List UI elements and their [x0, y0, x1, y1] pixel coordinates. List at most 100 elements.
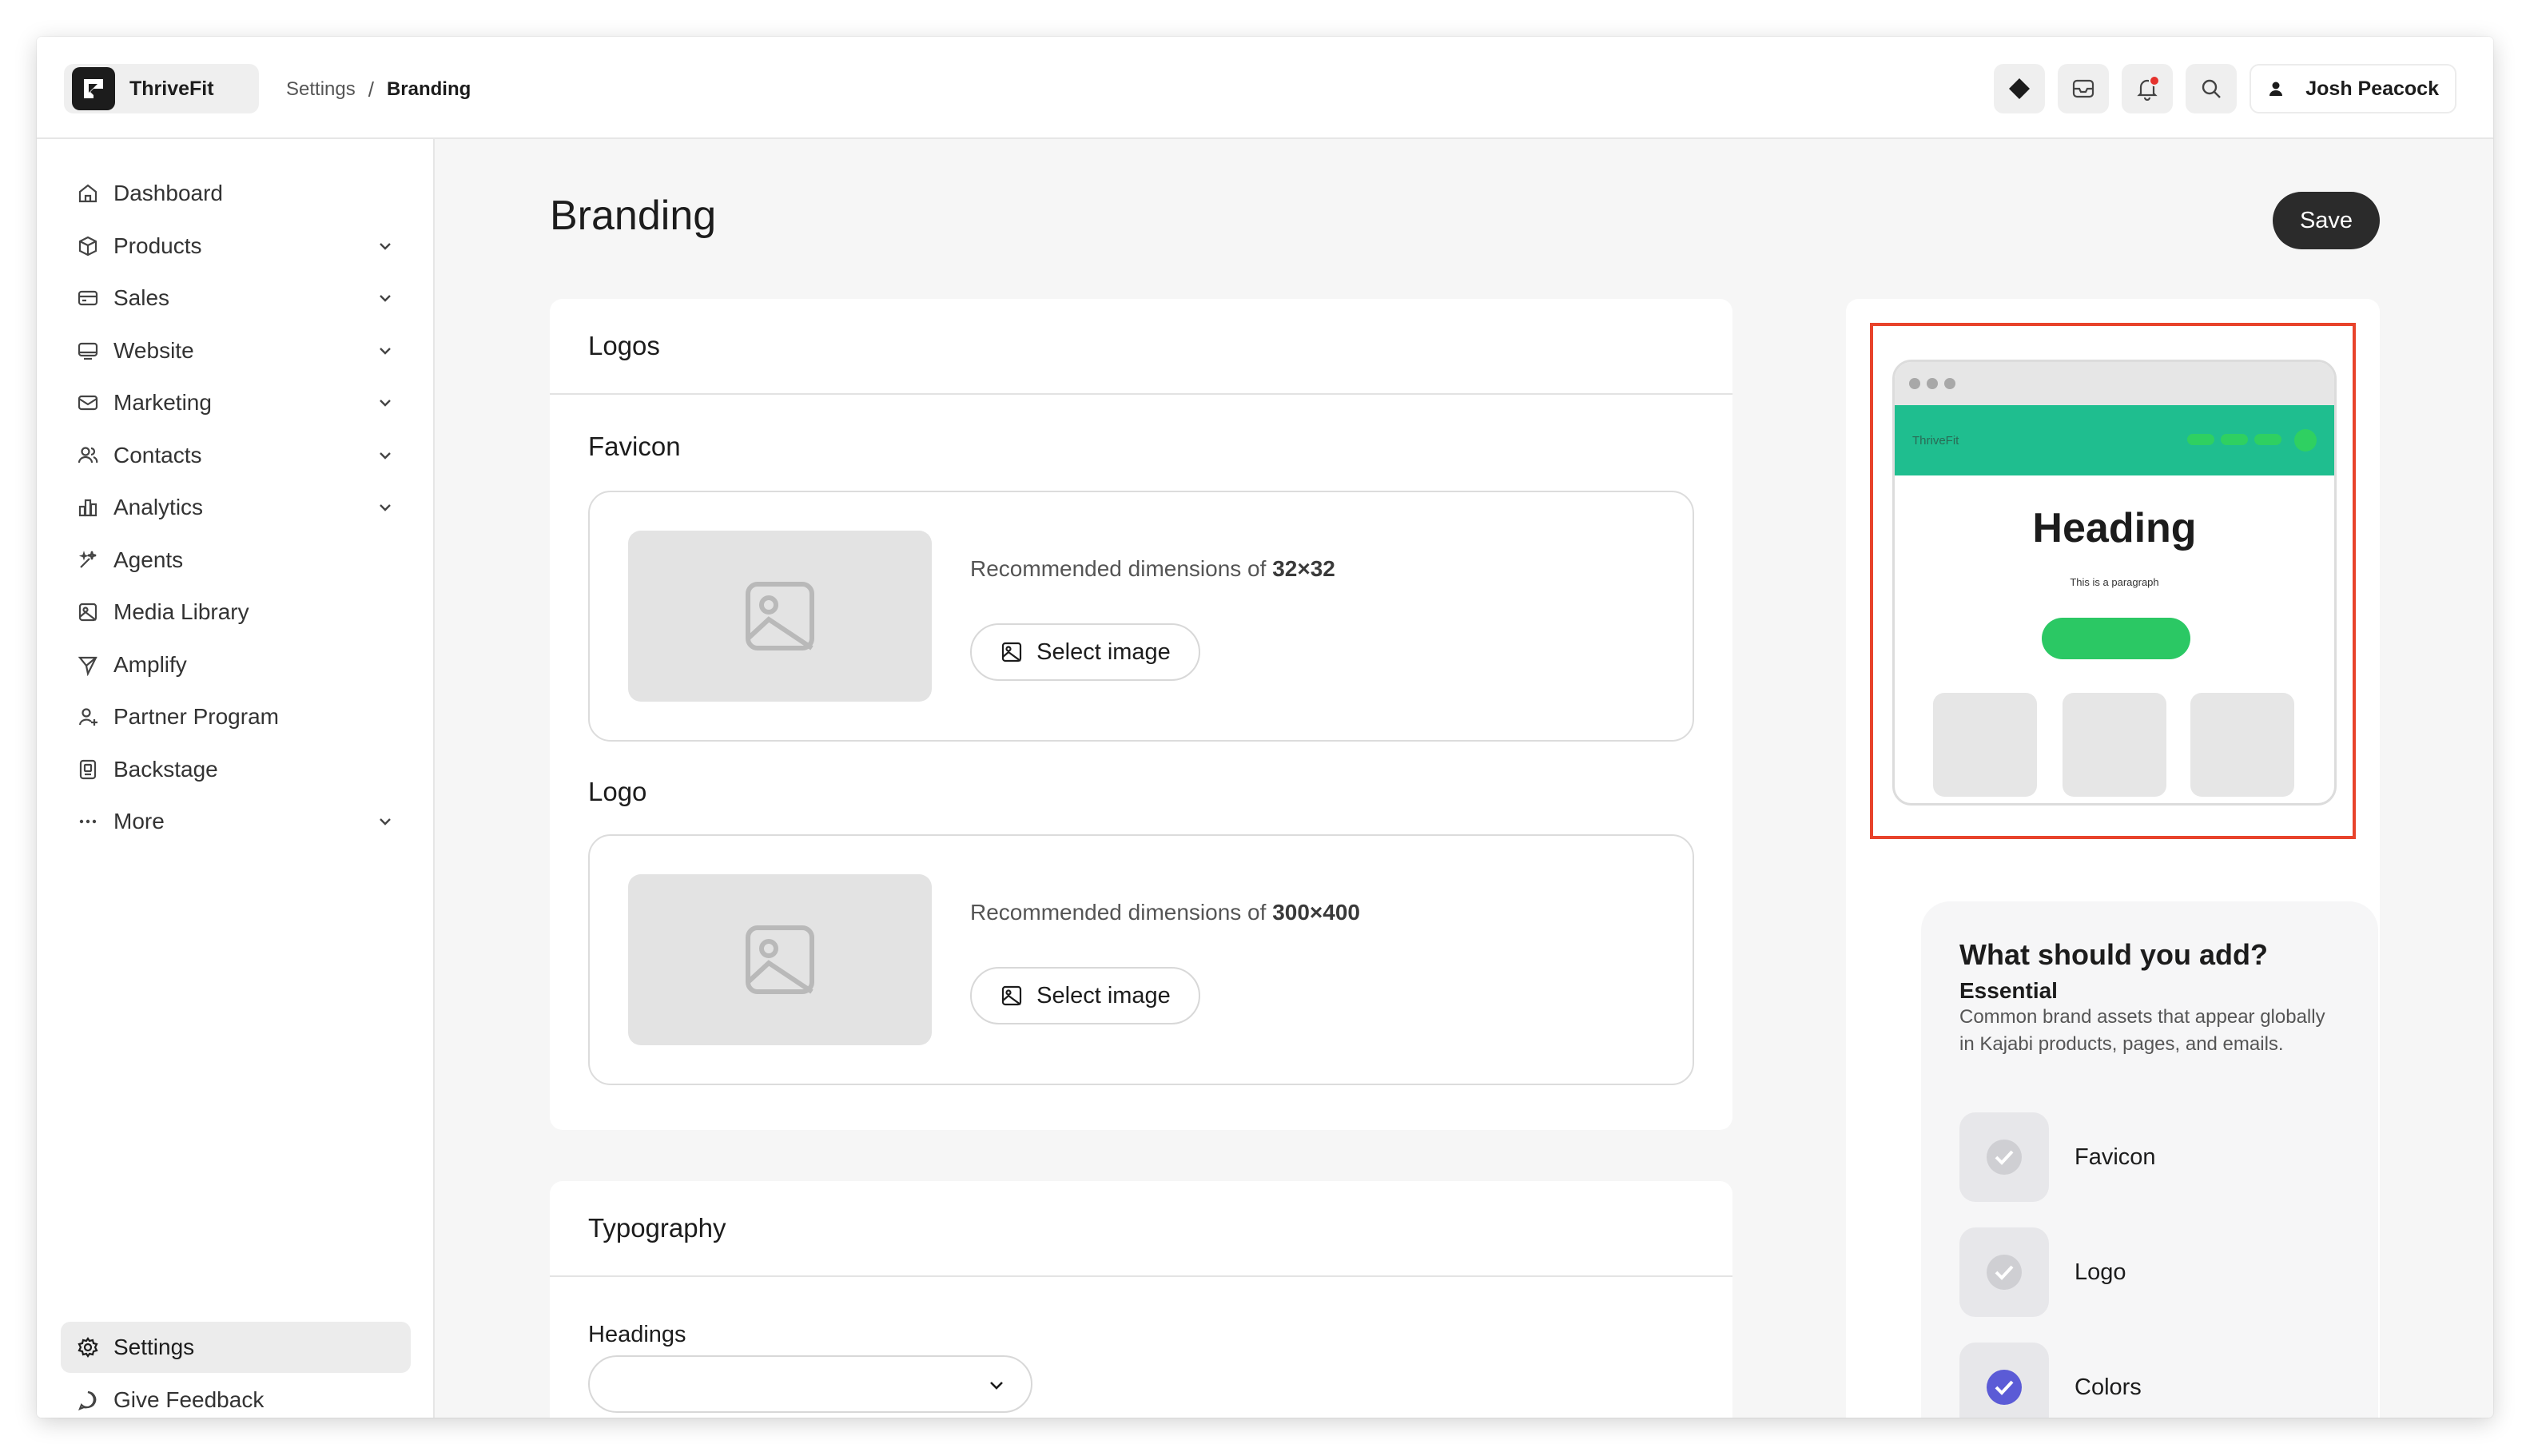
inbox-button[interactable]	[2058, 64, 2110, 113]
message-icon	[78, 1390, 97, 1410]
image-placeholder-icon	[746, 582, 814, 650]
sidebar-item-label: Settings	[113, 1335, 195, 1359]
sidebar-item-label: Dashboard	[113, 181, 223, 205]
sidebar-item-label: Agents	[113, 547, 184, 572]
chevron-down-icon	[380, 347, 391, 355]
checklist-item-label: Colors	[2075, 1374, 2142, 1400]
sidebar-item-give-feedback[interactable]: Give Feedback	[61, 1374, 411, 1418]
branding-checklist: What should you add? Essential Common br…	[1921, 901, 2378, 1418]
credit-card-icon	[78, 290, 98, 306]
chevron-down-icon	[380, 295, 391, 302]
checklist-description: Common brand assets that appear globally…	[1959, 1006, 2325, 1055]
browser-dot	[1909, 378, 1920, 389]
sidebar-item-amplify[interactable]: Amplify	[61, 639, 411, 690]
headings-label: Headings	[588, 1322, 686, 1347]
preview-nav-pill	[2221, 434, 2248, 445]
check-circle-filled-icon	[1987, 1370, 2022, 1405]
sidebar-item-sales[interactable]: Sales	[61, 273, 411, 324]
checklist-item-logo[interactable]: Logo	[1959, 1227, 2126, 1317]
chevron-down-icon	[380, 504, 391, 511]
breadcrumb: Settings / Branding	[286, 74, 471, 105]
sidebar-item-label: Give Feedback	[113, 1386, 265, 1412]
logos-card-title: Logos	[550, 299, 1732, 395]
preview-brand: ThriveFit	[1912, 434, 1959, 448]
sidebar-item-more[interactable]: More	[61, 796, 411, 847]
sidebar-item-label: Amplify	[113, 651, 187, 677]
sparkle-wand-icon	[78, 550, 97, 568]
brand-logo-icon	[72, 67, 115, 110]
sidebar-item-label: Partner Program	[113, 704, 279, 729]
checklist-item-favicon[interactable]: Favicon	[1959, 1112, 2156, 1202]
chevron-down-icon	[380, 242, 391, 250]
preview-nav-avatar	[2294, 429, 2317, 452]
sidebar-nav: Dashboard Products Sales Website Marketi…	[61, 168, 411, 849]
notifications-button[interactable]	[2122, 64, 2174, 113]
preview-nav-pill	[2254, 434, 2281, 445]
sidebar-item-label: Website	[113, 337, 194, 363]
breadcrumb-settings[interactable]: Settings	[286, 78, 356, 101]
sidebar-item-marketing[interactable]: Marketing	[61, 377, 411, 428]
checklist-status	[1959, 1112, 2049, 1202]
sidebar: Dashboard Products Sales Website Marketi…	[37, 139, 435, 1418]
chevron-down-icon	[380, 400, 391, 407]
preview-nav-pill	[2187, 434, 2214, 445]
image-icon	[78, 603, 97, 622]
typography-card-title: Typography	[550, 1181, 1732, 1277]
preview-tile	[2190, 693, 2294, 797]
sidebar-item-label: Contacts	[113, 442, 202, 467]
breadcrumb-current: Branding	[386, 78, 471, 100]
sidebar-item-label: Marketing	[113, 390, 212, 415]
breadcrumb-separator: /	[368, 77, 374, 101]
sidebar-bottom: Settings Give Feedback	[61, 1322, 411, 1418]
typography-card: Typography Headings	[550, 1181, 1732, 1418]
checklist-title: What should you add?	[1959, 938, 2268, 971]
save-button[interactable]: Save	[2273, 192, 2380, 249]
badge-icon	[79, 759, 97, 779]
sidebar-item-media-library[interactable]: Media Library	[61, 587, 411, 638]
preview-cta-button	[2042, 618, 2190, 659]
favicon-upload-box: Recommended dimensions of 32×32 Select i…	[588, 491, 1694, 742]
search-button[interactable]	[2186, 64, 2238, 113]
brand-switcher[interactable]: ThriveFit	[64, 64, 259, 113]
sidebar-item-agents[interactable]: Agents	[61, 535, 411, 586]
mail-icon	[78, 395, 98, 411]
avatar	[2259, 72, 2293, 105]
sidebar-item-partner-program[interactable]: Partner Program	[61, 691, 411, 742]
top-bar: ThriveFit Settings / Branding Josh Peaco…	[37, 37, 2493, 139]
user-menu-button[interactable]: Josh Peacock	[2250, 64, 2456, 113]
image-icon	[1002, 642, 1022, 662]
sidebar-item-settings[interactable]: Settings	[61, 1322, 411, 1373]
favicon-label: Favicon	[588, 432, 681, 461]
image-placeholder-icon	[746, 925, 814, 994]
sidebar-item-contacts[interactable]: Contacts	[61, 430, 411, 481]
brand-name: ThriveFit	[129, 77, 214, 100]
select-image-label: Select image	[1036, 638, 1171, 665]
inbox-icon	[2073, 79, 2094, 98]
send-icon	[78, 656, 97, 676]
checklist-item-colors[interactable]: Colors	[1959, 1343, 2142, 1418]
logo-recommendation: Recommended dimensions of 300×400	[970, 900, 1360, 925]
logo-upload-box: Recommended dimensions of 300×400 Select…	[588, 834, 1694, 1085]
dots-icon	[79, 819, 97, 824]
logos-card: Logos Favicon Recommended dimensions of …	[550, 299, 1732, 1130]
diamond-button[interactable]	[1994, 64, 2046, 113]
app-window: ThriveFit Settings / Branding Josh Peaco…	[37, 37, 2493, 1418]
user-name: Josh Peacock	[2305, 77, 2439, 100]
sidebar-item-products[interactable]: Products	[61, 221, 411, 272]
preview-header: ThriveFit	[1895, 405, 2334, 475]
sidebar-item-analytics[interactable]: Analytics	[61, 482, 411, 533]
diamond-icon	[2009, 78, 2031, 99]
page-title: Branding	[550, 193, 717, 239]
favicon-select-image-button[interactable]: Select image	[970, 623, 1200, 681]
sidebar-item-dashboard[interactable]: Dashboard	[61, 168, 411, 219]
headings-font-select[interactable]	[588, 1355, 1032, 1413]
user-plus-icon	[78, 708, 97, 726]
preview-tile	[2063, 693, 2166, 797]
logo-select-image-button[interactable]: Select image	[970, 967, 1200, 1024]
sidebar-item-label: Backstage	[113, 756, 218, 782]
sidebar-item-label: More	[113, 809, 165, 833]
sidebar-item-backstage[interactable]: Backstage	[61, 744, 411, 795]
box-icon	[78, 236, 97, 256]
gear-icon	[78, 1337, 98, 1358]
sidebar-item-website[interactable]: Website	[61, 325, 411, 376]
